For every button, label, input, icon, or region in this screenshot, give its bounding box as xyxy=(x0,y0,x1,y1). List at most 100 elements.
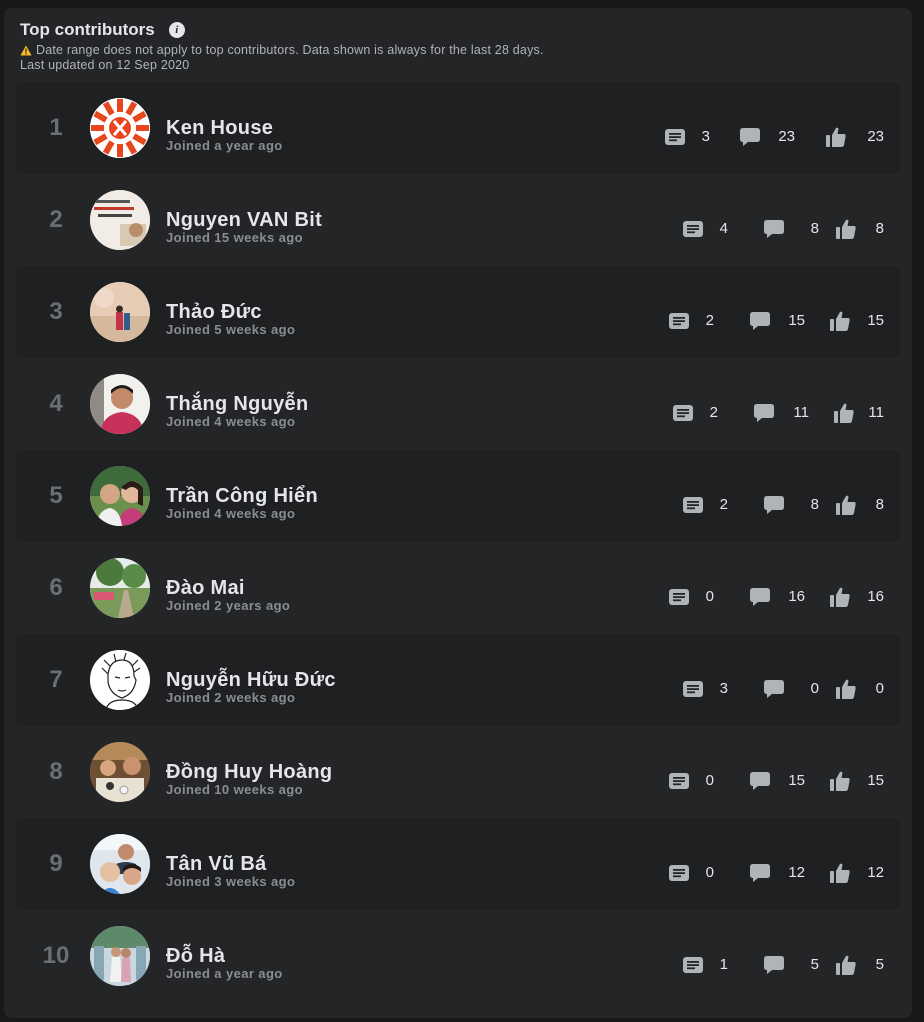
rank-number: 10 xyxy=(42,942,70,969)
rank-number: 6 xyxy=(49,574,63,601)
joined-text: Joined a year ago xyxy=(166,966,283,981)
contributor-name[interactable]: Đào Mai xyxy=(166,577,245,600)
avatar[interactable] xyxy=(90,98,150,158)
reaction-count: 8 xyxy=(875,220,884,237)
comment-count: 8 xyxy=(810,496,819,513)
post-icon xyxy=(669,589,689,605)
reaction-count: 11 xyxy=(868,404,884,421)
comment-count: 8 xyxy=(810,220,819,237)
contributor-name[interactable]: Thảo Đức xyxy=(166,301,262,324)
contributor-name[interactable]: Nguyễn Hữu Đức xyxy=(166,669,336,692)
contributor-name[interactable]: Đồng Huy Hoàng xyxy=(166,761,332,784)
comment-count: 15 xyxy=(788,772,805,789)
panel-header: Top contributors i Date range does not a… xyxy=(20,20,544,72)
avatar[interactable] xyxy=(90,834,150,894)
comment-icon xyxy=(750,312,770,330)
rank-number: 9 xyxy=(49,850,63,877)
post-icon xyxy=(683,681,703,697)
reaction-count: 12 xyxy=(867,864,884,881)
joined-text: Joined a year ago xyxy=(166,138,283,153)
rank-number: 7 xyxy=(49,666,63,693)
comment-count: 12 xyxy=(788,864,805,881)
info-icon[interactable]: i xyxy=(168,22,185,38)
like-icon xyxy=(826,127,846,147)
post-count: 0 xyxy=(705,864,714,881)
panel-title: Top contributors xyxy=(20,20,155,39)
contributor-name[interactable]: Đỗ Hà xyxy=(166,945,225,968)
reaction-count: 15 xyxy=(867,312,884,329)
contributor-row[interactable]: 9 Tân Vũ Bá Joined 3 weeks ago 0 12 12 xyxy=(16,818,900,910)
contributor-name[interactable]: Nguyen VAN Bit xyxy=(166,209,322,232)
reaction-count: 23 xyxy=(867,128,884,145)
comment-icon xyxy=(754,404,774,422)
joined-text: Joined 15 weeks ago xyxy=(166,230,303,245)
contributor-row[interactable]: 10 Đỗ Hà Joined a year ago 1 5 5 xyxy=(16,910,900,1002)
reaction-count: 8 xyxy=(875,496,884,513)
last-updated: Last updated on 12 Sep 2020 xyxy=(20,58,190,72)
reaction-count: 16 xyxy=(867,588,884,605)
avatar[interactable] xyxy=(90,926,150,986)
avatar[interactable] xyxy=(90,466,150,526)
rank-number: 5 xyxy=(49,482,63,509)
comment-icon xyxy=(764,496,784,514)
avatar[interactable] xyxy=(90,650,150,710)
contributor-list: 1 Ken House Joined a year ago 3 23 23 2 … xyxy=(16,82,900,1002)
comment-count: 0 xyxy=(810,680,819,697)
rank-number: 2 xyxy=(49,206,63,233)
contributor-row[interactable]: 6 Đào Mai Joined 2 years ago 0 16 16 xyxy=(16,542,900,634)
joined-text: Joined 5 weeks ago xyxy=(166,322,296,337)
avatar[interactable] xyxy=(90,558,150,618)
post-count: 2 xyxy=(709,404,718,421)
post-count: 3 xyxy=(719,680,728,697)
contributor-name[interactable]: Trần Công Hiển xyxy=(166,485,318,508)
post-icon xyxy=(673,405,693,421)
post-count: 1 xyxy=(719,956,728,973)
reaction-count: 15 xyxy=(867,772,884,789)
like-icon xyxy=(830,311,850,331)
joined-text: Joined 4 weeks ago xyxy=(166,506,296,521)
contributor-row[interactable]: 1 Ken House Joined a year ago 3 23 23 xyxy=(16,82,900,174)
avatar[interactable] xyxy=(90,190,150,250)
top-contributors-panel: Top contributors i Date range does not a… xyxy=(4,8,912,1018)
post-count: 2 xyxy=(719,496,728,513)
contributor-row[interactable]: 5 Trần Công Hiển Joined 4 weeks ago 2 8 … xyxy=(16,450,900,542)
rank-number: 3 xyxy=(49,298,63,325)
comment-icon xyxy=(740,128,760,146)
contributor-name[interactable]: Thắng Nguyễn xyxy=(166,393,309,416)
joined-text: Joined 10 weeks ago xyxy=(166,782,303,797)
post-icon xyxy=(683,221,703,237)
note-text: Date range does not apply to top contrib… xyxy=(36,43,544,57)
like-icon xyxy=(830,771,850,791)
joined-text: Joined 2 weeks ago xyxy=(166,690,296,705)
contributor-row[interactable]: 8 Đồng Huy Hoàng Joined 10 weeks ago 0 1… xyxy=(16,726,900,818)
contributor-row[interactable]: 3 Thảo Đức Joined 5 weeks ago 2 15 15 xyxy=(16,266,900,358)
comment-icon xyxy=(764,680,784,698)
contributor-row[interactable]: 7 Nguyễn Hữu Đức Joined 2 weeks ago 3 0 … xyxy=(16,634,900,726)
rank-number: 1 xyxy=(49,114,63,141)
rank-number: 4 xyxy=(49,390,63,417)
avatar[interactable] xyxy=(90,374,150,434)
contributor-row[interactable]: 2 Nguyen VAN Bit Joined 15 weeks ago 4 8… xyxy=(16,174,900,266)
contributor-row[interactable]: 4 Thắng Nguyễn Joined 4 weeks ago 2 11 1… xyxy=(16,358,900,450)
avatar[interactable] xyxy=(90,282,150,342)
post-count: 3 xyxy=(701,128,710,145)
joined-text: Joined 4 weeks ago xyxy=(166,414,296,429)
reaction-count: 5 xyxy=(875,956,884,973)
post-icon xyxy=(669,313,689,329)
comment-icon xyxy=(750,864,770,882)
avatar[interactable] xyxy=(90,742,150,802)
post-count: 2 xyxy=(705,312,714,329)
post-count: 4 xyxy=(719,220,728,237)
contributor-name[interactable]: Tân Vũ Bá xyxy=(166,853,267,876)
rank-number: 8 xyxy=(49,758,63,785)
comment-icon xyxy=(750,588,770,606)
contributor-name[interactable]: Ken House xyxy=(166,117,273,140)
comment-count: 16 xyxy=(788,588,805,605)
like-icon xyxy=(830,587,850,607)
post-icon xyxy=(665,129,685,145)
comment-count: 23 xyxy=(778,128,795,145)
comment-icon xyxy=(764,956,784,974)
post-count: 0 xyxy=(705,772,714,789)
comment-count: 15 xyxy=(788,312,805,329)
post-icon xyxy=(669,865,689,881)
